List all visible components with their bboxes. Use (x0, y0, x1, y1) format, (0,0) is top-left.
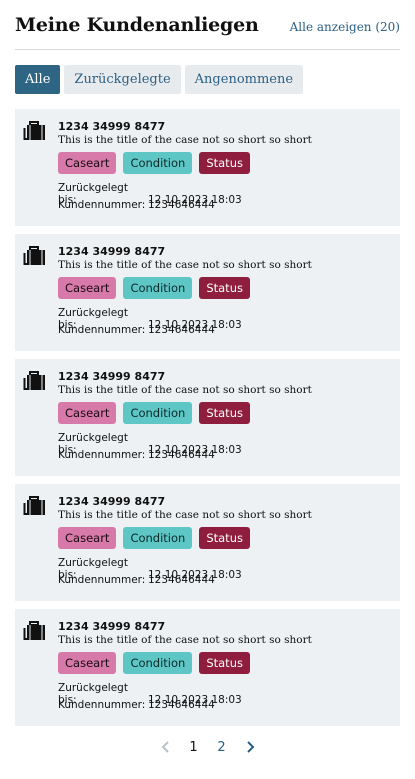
chevron-left-icon[interactable] (152, 737, 180, 757)
case-card[interactable]: 1234 34999 8477 This is the title of the… (15, 484, 400, 601)
customer-label: Kundennummer: (58, 699, 146, 711)
customer-row: Kundennummer: 1234646444 (58, 324, 215, 336)
tab-postponed[interactable]: Zurückgelegte (64, 65, 181, 94)
badge-group: Caseart Condition Status (58, 652, 250, 674)
condition-badge: Condition (123, 277, 193, 299)
caseart-badge: Caseart (58, 402, 117, 424)
status-badge: Status (199, 277, 250, 299)
customer-value: 1234646444 (148, 449, 215, 461)
case-title: This is the title of the case not so sho… (58, 134, 312, 146)
case-card[interactable]: 1234 34999 8477 This is the title of the… (15, 234, 400, 351)
page-header: Meine Kundenanliegen Alle anzeigen (20) (15, 12, 400, 50)
customer-value: 1234646444 (148, 199, 215, 211)
case-number: 1234 34999 8477 (58, 120, 166, 133)
caseart-badge: Caseart (58, 152, 117, 174)
page-1-button[interactable]: 1 (180, 737, 208, 757)
case-number: 1234 34999 8477 (58, 370, 166, 383)
page-title: Meine Kundenanliegen (15, 14, 259, 36)
case-title: This is the title of the case not so sho… (58, 634, 312, 646)
customer-row: Kundennummer: 1234646444 (58, 199, 215, 211)
filter-tabs: Alle Zurückgelegte Angenommene (15, 65, 304, 94)
status-badge: Status (199, 527, 250, 549)
case-list: 1234 34999 8477 This is the title of the… (15, 109, 400, 734)
case-title: This is the title of the case not so sho… (58, 259, 312, 271)
chevron-right-icon[interactable] (236, 737, 264, 757)
page-2-button[interactable]: 2 (208, 737, 236, 757)
case-card[interactable]: 1234 34999 8477 This is the title of the… (15, 609, 400, 726)
tab-accepted[interactable]: Angenommene (184, 65, 304, 94)
badge-group: Caseart Condition Status (58, 402, 250, 424)
caseart-badge: Caseart (58, 527, 117, 549)
caseart-badge: Caseart (58, 277, 117, 299)
case-number: 1234 34999 8477 (58, 245, 166, 258)
case-title: This is the title of the case not so sho… (58, 509, 312, 521)
case-title: This is the title of the case not so sho… (58, 384, 312, 396)
customer-value: 1234646444 (148, 699, 215, 711)
tab-all[interactable]: Alle (15, 65, 61, 94)
badge-group: Caseart Condition Status (58, 527, 250, 549)
status-badge: Status (199, 152, 250, 174)
show-all-link[interactable]: Alle anzeigen (20) (290, 20, 400, 34)
customer-value: 1234646444 (148, 324, 215, 336)
customer-label: Kundennummer: (58, 199, 146, 211)
customer-label: Kundennummer: (58, 574, 146, 586)
condition-badge: Condition (123, 402, 193, 424)
badge-group: Caseart Condition Status (58, 277, 250, 299)
status-badge: Status (199, 652, 250, 674)
condition-badge: Condition (123, 527, 193, 549)
customer-row: Kundennummer: 1234646444 (58, 699, 215, 711)
briefcase-icon (23, 371, 45, 390)
pagination: 1 2 (0, 737, 415, 757)
customer-row: Kundennummer: 1234646444 (58, 449, 215, 461)
customer-row: Kundennummer: 1234646444 (58, 574, 215, 586)
briefcase-icon (23, 496, 45, 515)
condition-badge: Condition (123, 152, 193, 174)
case-card[interactable]: 1234 34999 8477 This is the title of the… (15, 359, 400, 476)
briefcase-icon (23, 621, 45, 640)
case-card[interactable]: 1234 34999 8477 This is the title of the… (15, 109, 400, 226)
customer-label: Kundennummer: (58, 449, 146, 461)
customer-label: Kundennummer: (58, 324, 146, 336)
briefcase-icon (23, 246, 45, 265)
condition-badge: Condition (123, 652, 193, 674)
caseart-badge: Caseart (58, 652, 117, 674)
customer-value: 1234646444 (148, 574, 215, 586)
case-number: 1234 34999 8477 (58, 620, 166, 633)
case-number: 1234 34999 8477 (58, 495, 166, 508)
briefcase-icon (23, 121, 45, 140)
badge-group: Caseart Condition Status (58, 152, 250, 174)
status-badge: Status (199, 402, 250, 424)
